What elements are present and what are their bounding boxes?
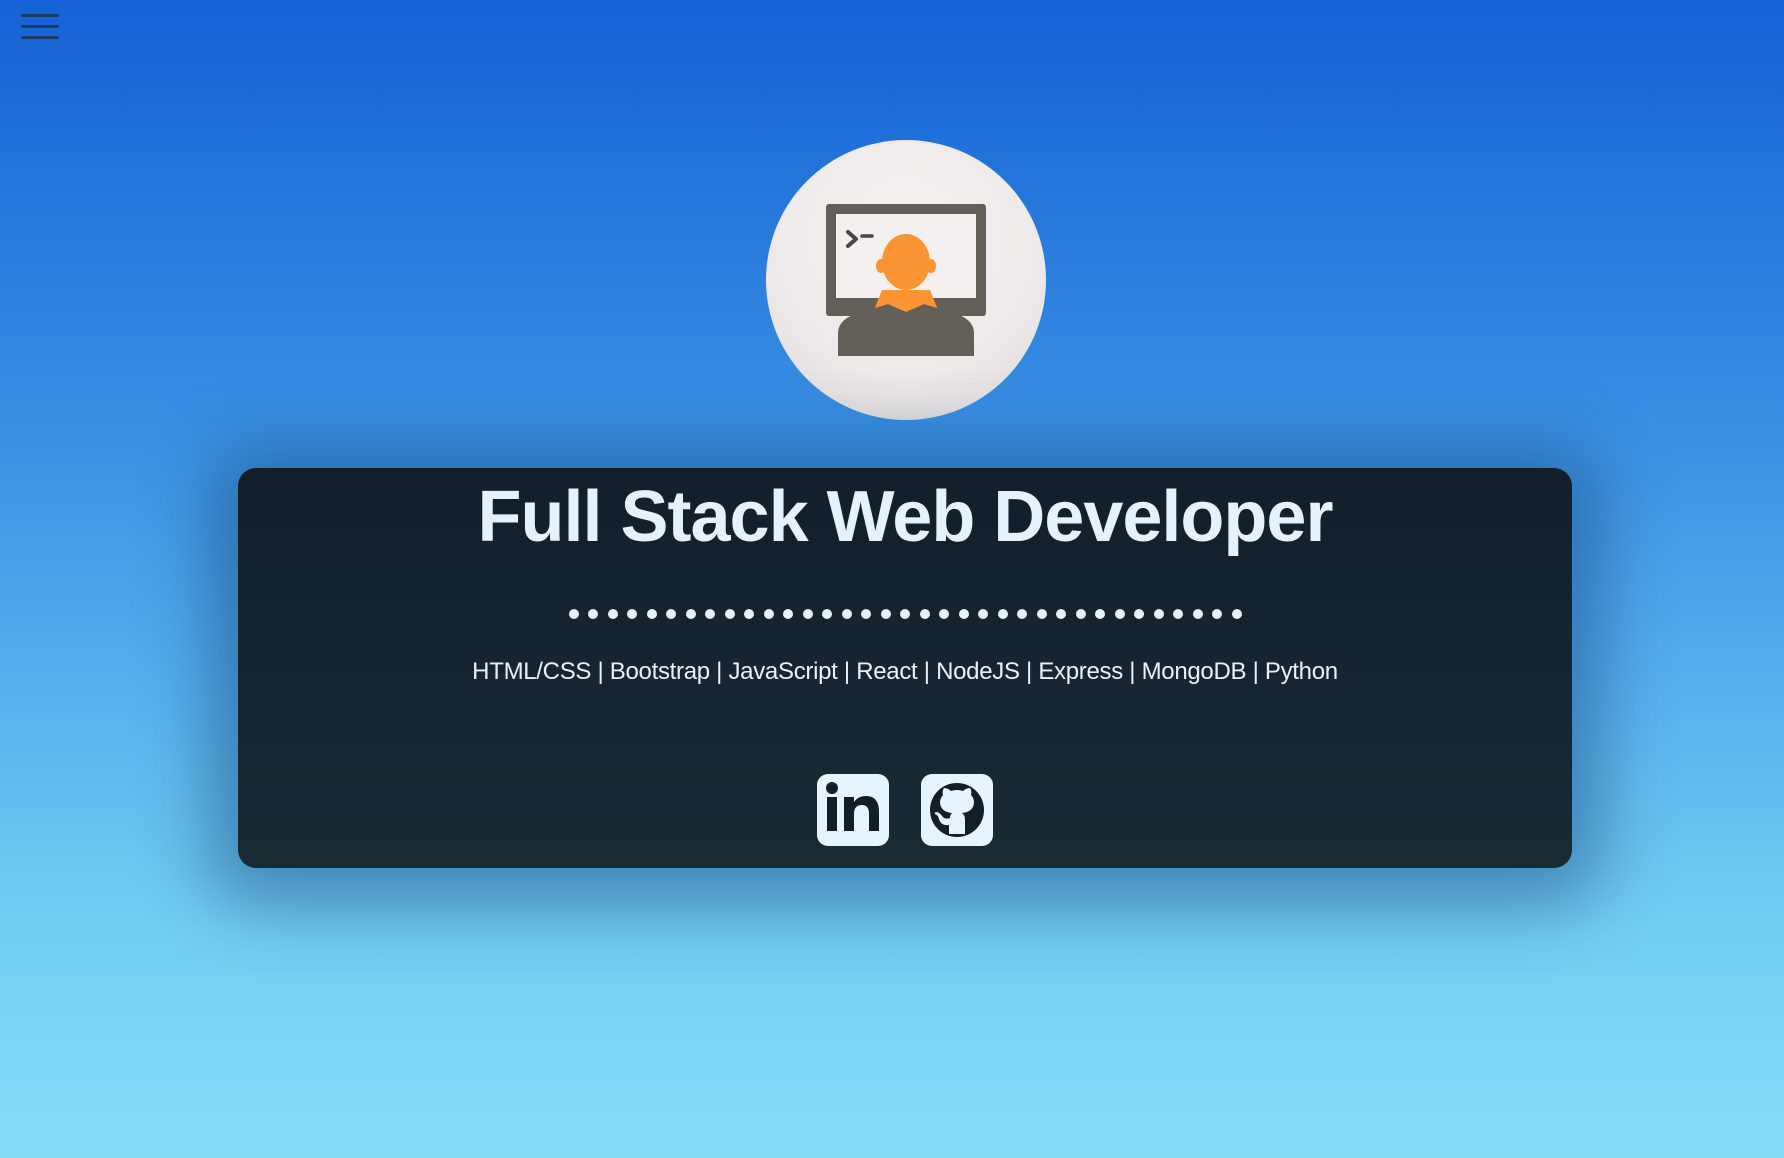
divider-dot bbox=[900, 609, 910, 619]
divider-dot bbox=[997, 609, 1008, 619]
divider-dot bbox=[1017, 609, 1027, 619]
divider-dot bbox=[1173, 609, 1183, 619]
divider-dot bbox=[1075, 609, 1086, 619]
divider-dot bbox=[588, 609, 598, 619]
divider-dot bbox=[978, 609, 988, 619]
divider-dot bbox=[1056, 609, 1066, 619]
divider-dot bbox=[919, 609, 930, 619]
page-title: Full Stack Web Developer bbox=[477, 477, 1334, 557]
skills-list: HTML/CSS | Bootstrap | JavaScript | Reac… bbox=[472, 658, 1338, 685]
divider-dot bbox=[939, 609, 949, 619]
divider-dot bbox=[646, 609, 657, 619]
linkedin-button[interactable] bbox=[817, 774, 889, 846]
divider-dot bbox=[1095, 609, 1105, 619]
divider-dot bbox=[783, 609, 793, 619]
divider-dot bbox=[880, 609, 891, 619]
developer-at-computer-icon bbox=[826, 204, 986, 356]
divider-dot bbox=[1153, 609, 1164, 619]
hamburger-menu-icon[interactable] bbox=[21, 14, 59, 40]
github-icon bbox=[930, 783, 984, 837]
linkedin-icon bbox=[826, 782, 879, 831]
divider-dot bbox=[802, 609, 813, 619]
divider-dot bbox=[763, 609, 774, 619]
github-button[interactable] bbox=[921, 774, 993, 846]
divider-dot bbox=[705, 609, 715, 619]
divider-dot bbox=[568, 609, 579, 619]
divider-dot bbox=[1192, 609, 1203, 619]
divider-dot bbox=[666, 609, 676, 619]
divider-dot bbox=[1134, 609, 1144, 619]
divider-dot bbox=[861, 609, 871, 619]
divider-dot bbox=[627, 609, 637, 619]
divider-dot bbox=[685, 609, 696, 619]
divider-dot bbox=[822, 609, 832, 619]
divider-dot bbox=[744, 609, 754, 619]
divider-dot bbox=[1231, 609, 1242, 619]
divider-dot bbox=[724, 609, 735, 619]
hero-card: Full Stack Web Developer HTML/CSS | Boot… bbox=[238, 468, 1572, 868]
divider-dot bbox=[607, 609, 618, 619]
dotted-divider bbox=[238, 609, 1572, 621]
divider-dot bbox=[1212, 609, 1222, 619]
divider-dot bbox=[841, 609, 852, 619]
divider-dot bbox=[958, 609, 969, 619]
social-links bbox=[238, 774, 1572, 846]
divider-dot bbox=[1114, 609, 1125, 619]
divider-dot bbox=[1036, 609, 1047, 619]
profile-avatar bbox=[766, 140, 1046, 420]
